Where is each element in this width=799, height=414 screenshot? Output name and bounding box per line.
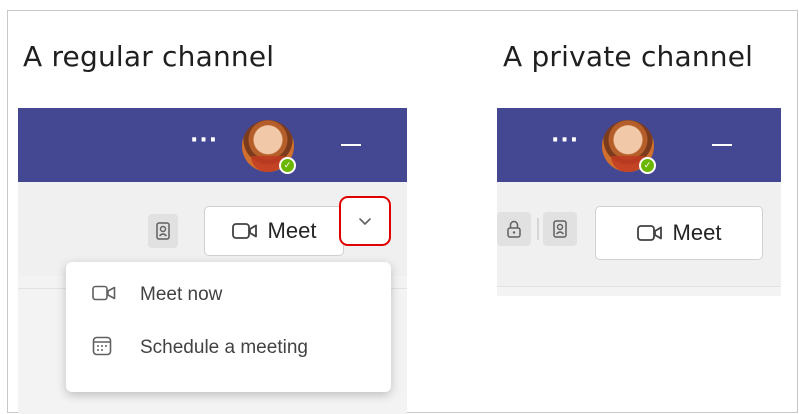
private-lock-button[interactable] [497, 212, 531, 246]
avatar[interactable]: ✓ [242, 120, 296, 174]
channel-info-button[interactable] [148, 214, 178, 248]
calendar-icon [92, 336, 112, 360]
titlebar: ··· ✓ [18, 108, 407, 182]
video-camera-icon [636, 225, 662, 241]
channel-toolbar: Meet [497, 182, 781, 286]
meet-button[interactable]: Meet [595, 206, 763, 260]
menu-item-label: Schedule a meeting [140, 337, 308, 358]
menu-item-label: Meet now [140, 284, 223, 305]
presence-available-icon: ✓ [279, 157, 296, 174]
meet-button-label: Meet [267, 218, 317, 243]
meet-options-menu: Meet now Schedule a meeting [66, 262, 391, 392]
more-options-button[interactable]: ··· [551, 128, 579, 153]
lock-icon [507, 220, 521, 238]
avatar[interactable]: ✓ [602, 120, 656, 174]
video-camera-icon [92, 285, 116, 305]
private-channel-panel: ··· ✓ Meet [497, 108, 781, 296]
video-camera-icon [231, 223, 257, 239]
channel-info-icon [553, 220, 567, 238]
minimize-button[interactable] [341, 144, 361, 146]
caption-regular-channel: A regular channel [23, 40, 275, 73]
channel-info-button[interactable] [543, 212, 577, 246]
presence-available-icon: ✓ [639, 157, 656, 174]
minimize-button[interactable] [712, 144, 732, 146]
titlebar: ··· ✓ [497, 108, 781, 182]
caption-private-channel: A private channel [503, 40, 754, 73]
regular-channel-panel: ··· ✓ Meet Meet now Schedule a meeting [18, 108, 407, 414]
meet-options-dropdown-button[interactable] [339, 196, 391, 246]
toolbar-separator [537, 218, 539, 240]
more-options-button[interactable]: ··· [190, 128, 218, 153]
content-area [497, 286, 781, 296]
menu-item-meet-now[interactable]: Meet now [66, 270, 391, 320]
meet-button-label: Meet [672, 220, 722, 245]
channel-info-icon [156, 222, 170, 240]
chevron-down-icon [359, 217, 371, 225]
menu-item-schedule-meeting[interactable]: Schedule a meeting [66, 323, 391, 373]
meet-button[interactable]: Meet [204, 206, 344, 256]
